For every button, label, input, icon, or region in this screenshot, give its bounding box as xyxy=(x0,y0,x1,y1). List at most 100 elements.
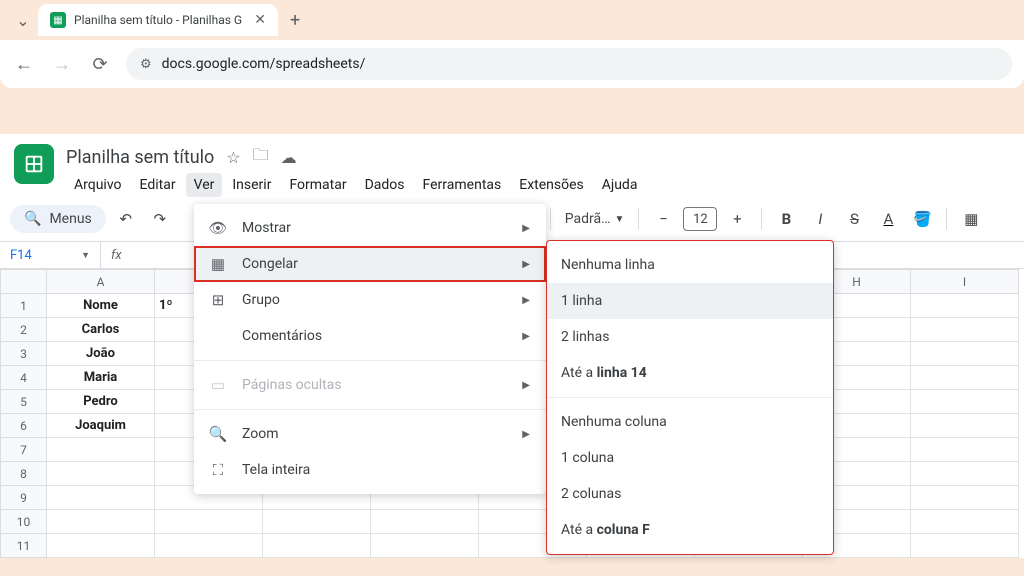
col-header[interactable]: A xyxy=(47,270,155,294)
name-box[interactable]: F14 ▼ xyxy=(0,248,100,263)
strikethrough-icon[interactable]: S xyxy=(840,205,868,233)
redo-icon[interactable]: ↷ xyxy=(146,205,174,233)
cell[interactable] xyxy=(911,294,1019,318)
cell[interactable] xyxy=(155,510,263,534)
fill-color-icon[interactable]: 🪣 xyxy=(908,205,936,233)
row-header[interactable]: 9 xyxy=(1,486,47,510)
menu-dados[interactable]: Dados xyxy=(357,173,413,197)
menu-label: Grupo xyxy=(242,292,280,308)
freeze-up-to-col[interactable]: Até a coluna F xyxy=(547,512,833,548)
row-header[interactable]: 11 xyxy=(1,534,47,558)
menu-editar[interactable]: Editar xyxy=(132,173,184,197)
menu-ver[interactable]: Ver xyxy=(186,173,223,197)
undo-icon[interactable]: ↶ xyxy=(112,205,140,233)
menu-arquivo[interactable]: Arquivo xyxy=(66,173,130,197)
freeze-2-rows[interactable]: 2 linhas xyxy=(547,319,833,355)
font-size-input[interactable]: 12 xyxy=(683,207,717,231)
select-all-corner[interactable] xyxy=(1,270,47,294)
freeze-1-col[interactable]: 1 coluna xyxy=(547,440,833,476)
cell[interactable]: Pedro xyxy=(47,390,155,414)
menu-item-zoom[interactable]: 🔍 Zoom ▶ xyxy=(194,416,546,452)
menu-ajuda[interactable]: Ajuda xyxy=(594,173,646,197)
cell[interactable]: Joaquim xyxy=(47,414,155,438)
cell[interactable] xyxy=(911,510,1019,534)
cell[interactable]: Nome xyxy=(47,294,155,318)
increase-font-icon[interactable]: + xyxy=(723,205,751,233)
browser-tab[interactable]: ▦ Planilha sem título - Planilhas G ✕ xyxy=(38,4,278,36)
cell[interactable] xyxy=(47,534,155,558)
menu-item-tela-inteira[interactable]: ⛶ Tela inteira xyxy=(194,452,546,488)
document-title[interactable]: Planilha sem título xyxy=(66,147,214,168)
cell[interactable] xyxy=(911,414,1019,438)
cell[interactable]: Carlos xyxy=(47,318,155,342)
cell[interactable] xyxy=(911,318,1019,342)
cell[interactable] xyxy=(371,534,479,558)
new-tab-button[interactable]: + xyxy=(278,10,312,31)
row-header[interactable]: 8 xyxy=(1,462,47,486)
cell[interactable] xyxy=(911,438,1019,462)
freeze-2-cols[interactable]: 2 colunas xyxy=(547,476,833,512)
star-icon[interactable]: ☆ xyxy=(226,148,240,167)
menus-label: Menus xyxy=(49,211,91,227)
menu-item-comentarios[interactable]: Comentários ▶ xyxy=(194,318,546,354)
cell[interactable]: João xyxy=(47,342,155,366)
font-family-select[interactable]: Padrã… ▼ xyxy=(561,211,629,227)
cell[interactable] xyxy=(911,486,1019,510)
cell[interactable] xyxy=(263,510,371,534)
chevron-down-icon: ▼ xyxy=(614,214,624,225)
freeze-up-to-row[interactable]: Até a linha 14 xyxy=(547,355,833,391)
freeze-1-row[interactable]: 1 linha xyxy=(547,283,833,319)
borders-icon[interactable]: ▦ xyxy=(957,205,985,233)
freeze-no-cols[interactable]: Nenhuma coluna xyxy=(547,404,833,440)
menu-item-congelar[interactable]: ▦ Congelar ▶ xyxy=(194,246,546,282)
row-header[interactable]: 3 xyxy=(1,342,47,366)
menu-inserir[interactable]: Inserir xyxy=(224,173,279,197)
cell[interactable] xyxy=(911,534,1019,558)
row-header[interactable]: 7 xyxy=(1,438,47,462)
text-color-icon[interactable]: A xyxy=(874,205,902,233)
col-header[interactable]: I xyxy=(911,270,1019,294)
row-header[interactable]: 6 xyxy=(1,414,47,438)
forward-icon[interactable]: → xyxy=(50,54,74,75)
menu-extensoes[interactable]: Extensões xyxy=(511,173,592,197)
menu-ferramentas[interactable]: Ferramentas xyxy=(415,173,510,197)
cell[interactable]: Maria xyxy=(47,366,155,390)
menu-item-grupo[interactable]: ⊞ Grupo ▶ xyxy=(194,282,546,318)
row-header[interactable]: 4 xyxy=(1,366,47,390)
cell[interactable] xyxy=(263,534,371,558)
freeze-no-rows[interactable]: Nenhuma linha xyxy=(547,247,833,283)
sheets-logo-icon[interactable] xyxy=(14,144,54,184)
cloud-status-icon[interactable]: ☁ xyxy=(281,148,297,167)
back-icon[interactable]: ← xyxy=(12,54,36,75)
chevron-down-icon: ▼ xyxy=(81,250,90,261)
cell[interactable] xyxy=(47,486,155,510)
reload-icon[interactable]: ⟳ xyxy=(88,54,112,75)
cell[interactable] xyxy=(47,462,155,486)
italic-icon[interactable]: I xyxy=(806,205,834,233)
menu-formatar[interactable]: Formatar xyxy=(281,173,354,197)
cell[interactable] xyxy=(911,390,1019,414)
move-icon[interactable]: 🗀 xyxy=(253,144,269,171)
row-header[interactable]: 2 xyxy=(1,318,47,342)
close-icon[interactable]: ✕ xyxy=(254,12,266,28)
cell[interactable] xyxy=(155,534,263,558)
cell[interactable] xyxy=(911,342,1019,366)
cell[interactable] xyxy=(911,462,1019,486)
cell[interactable] xyxy=(911,366,1019,390)
menu-item-mostrar[interactable]: 👁 Mostrar ▶ xyxy=(194,210,546,246)
menu-item-paginas-ocultas: ▭ Páginas ocultas ▶ xyxy=(194,367,546,403)
tab-dropdown-icon[interactable]: ⌄ xyxy=(8,11,38,30)
cell[interactable] xyxy=(47,438,155,462)
cell[interactable] xyxy=(371,510,479,534)
site-info-icon[interactable]: ⚙ xyxy=(140,57,152,72)
cell[interactable] xyxy=(47,510,155,534)
bold-icon[interactable]: B xyxy=(772,205,800,233)
row-header[interactable]: 1 xyxy=(1,294,47,318)
decrease-font-icon[interactable]: − xyxy=(649,205,677,233)
row-header[interactable]: 5 xyxy=(1,390,47,414)
menu-label: Páginas ocultas xyxy=(242,377,342,393)
row-header[interactable]: 10 xyxy=(1,510,47,534)
url-input[interactable]: ⚙ docs.google.com/spreadsheets/ xyxy=(126,48,1012,80)
font-name: Padrã… xyxy=(565,211,611,227)
menus-search[interactable]: 🔍 Menus xyxy=(10,205,106,233)
